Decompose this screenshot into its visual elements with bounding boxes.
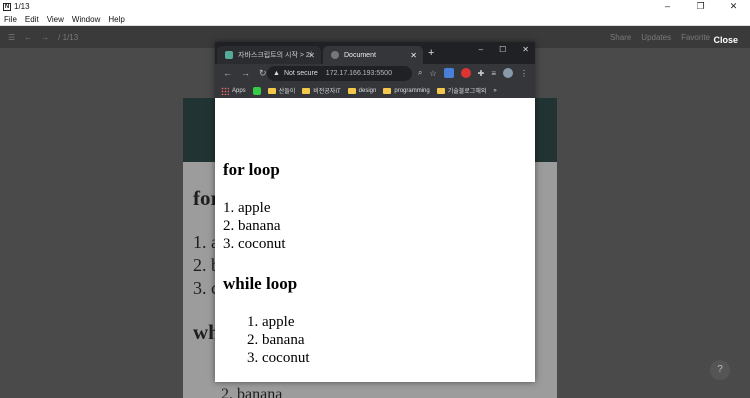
star-icon[interactable]: ☆ — [429, 69, 436, 78]
reload-icon[interactable]: ↻ — [259, 68, 267, 79]
help-button[interactable]: ? — [710, 360, 730, 380]
close-lightbox-button[interactable]: Close — [713, 35, 738, 45]
list-item: 1. apple — [247, 314, 295, 330]
reading-list-icon[interactable]: ≡ — [491, 69, 496, 78]
bookmark-favicon-icon — [252, 86, 261, 95]
list-item: 2. banana — [247, 332, 305, 348]
menu-help[interactable]: Help — [104, 15, 128, 24]
tab-document[interactable]: Document ✕ — [323, 46, 423, 64]
extension-icon[interactable] — [443, 68, 454, 78]
folder-icon — [436, 87, 445, 94]
bookmark-green[interactable] — [252, 86, 261, 95]
notion-favicon-icon — [225, 51, 233, 59]
back-icon[interactable]: ← — [223, 68, 232, 79]
list-item: 1. apple — [223, 200, 271, 216]
puzzle-icon[interactable]: ✚ — [478, 69, 485, 78]
address-bar[interactable]: ▲ Not secure 172.17.166.193:5500 — [267, 66, 412, 81]
tab-notion[interactable]: 자바스크립트의 시작 > 2/ ✕ — [217, 46, 321, 64]
browser-window: 자바스크립트의 시작 > 2/ ✕ Document ✕ + – ☐ ✕ ← →… — [215, 42, 535, 382]
breadcrumb[interactable]: / 1/13 — [58, 33, 78, 42]
menu-edit[interactable]: Edit — [21, 15, 43, 24]
folder-icon — [302, 87, 311, 94]
for-loop-heading: for loop — [223, 160, 280, 179]
menu-bar: File Edit View Window Help — [0, 13, 750, 26]
close-tab-icon[interactable]: ✕ — [308, 51, 315, 60]
extension-icon[interactable] — [460, 68, 471, 78]
bookmark-folder[interactable]: programming — [383, 87, 430, 94]
notion-logo-icon: N — [3, 2, 11, 11]
bookmark-folder[interactable]: design — [347, 87, 376, 94]
zoom-icon[interactable]: ⌕ — [418, 68, 422, 78]
bookmark-folder[interactable]: 기술블로그해외 — [436, 86, 486, 95]
bookmark-apps[interactable]: Apps — [221, 86, 246, 95]
new-tab-icon[interactable]: + — [428, 47, 434, 59]
folder-icon — [347, 87, 356, 94]
close-tab-icon[interactable]: ✕ — [410, 51, 417, 60]
apps-grid-icon — [221, 86, 229, 95]
folder-icon — [383, 87, 392, 94]
while-loop-heading: while loop — [223, 274, 298, 293]
warning-icon: ▲ — [273, 70, 280, 77]
updates-button[interactable]: Updates — [641, 33, 671, 42]
favorite-button[interactable]: Favorite — [681, 33, 710, 42]
list-item: 3. coconut — [247, 350, 310, 366]
more-bookmarks-icon[interactable]: » — [493, 88, 496, 94]
menu-window[interactable]: Window — [68, 15, 104, 24]
minimize-icon[interactable]: – — [651, 0, 684, 13]
browser-toolbar: ← → ↻ ▲ Not secure 172.17.166.193:5500 ⌕… — [215, 64, 535, 83]
list-item: 2. banana — [223, 218, 281, 234]
bookmark-folder[interactable]: 산들이 — [267, 86, 295, 95]
menu-file[interactable]: File — [0, 15, 21, 24]
close-window-icon[interactable]: ✕ — [522, 45, 529, 54]
forward-arrow-icon[interactable]: → — [41, 33, 49, 42]
folder-icon — [267, 87, 276, 94]
app-titlebar: N 1/13 – ❐ ✕ — [0, 0, 750, 13]
profile-avatar[interactable] — [503, 68, 514, 78]
window-title: 1/13 — [14, 2, 30, 11]
list-item: 3. coconut — [223, 236, 286, 252]
maximize-icon[interactable]: ❐ — [684, 0, 717, 13]
back-arrow-icon[interactable]: ← — [24, 33, 32, 42]
page-content: for loop 1. apple 2. banana 3. coconut w… — [215, 98, 535, 382]
close-window-icon[interactable]: ✕ — [717, 0, 750, 13]
minimize-icon[interactable]: – — [479, 45, 483, 54]
share-button[interactable]: Share — [610, 33, 631, 42]
forward-icon[interactable]: → — [241, 68, 250, 79]
tab-bar: 자바스크립트의 시작 > 2/ ✕ Document ✕ + – ☐ ✕ — [215, 42, 535, 64]
globe-icon — [331, 51, 339, 59]
menu-dots-icon[interactable]: ⋮ — [520, 69, 528, 78]
bookmarks-bar: Apps 산들이 비전공자IT design programming 기술블로그… — [215, 83, 535, 98]
maximize-icon[interactable]: ☐ — [499, 45, 506, 54]
bookmark-folder[interactable]: 비전공자IT — [302, 86, 341, 95]
hamburger-icon[interactable]: ☰ — [8, 33, 15, 42]
menu-view[interactable]: View — [43, 15, 68, 24]
